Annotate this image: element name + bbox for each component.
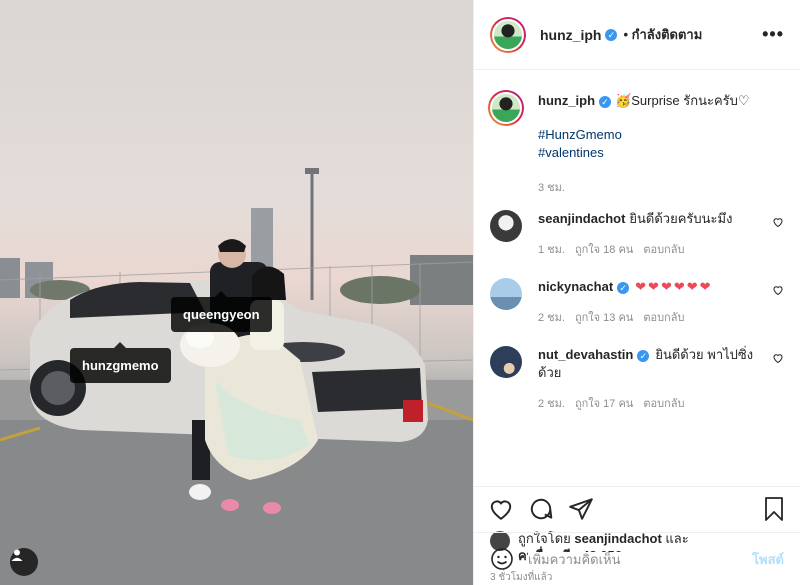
verified-badge-icon: ✓ [605,28,618,41]
comment-username[interactable]: nickynachat [538,279,613,294]
post-comment-button[interactable]: โพสต์ [752,549,784,570]
share-paper-plane-icon[interactable] [568,496,594,522]
verified-badge-icon: ✓ [599,95,612,108]
add-comment-bar: โพสต์ [474,532,800,585]
photo-tag-hunzgmemo[interactable]: hunzgmemo [70,342,171,383]
reply-button[interactable]: ตอบกลับ [643,394,684,412]
comment-username[interactable]: seanjindachot [538,211,625,226]
hashtag-link[interactable]: #valentines [538,144,784,162]
save-bookmark-icon[interactable] [762,496,786,522]
comment-likes[interactable]: ถูกใจ 17 คน [575,394,633,412]
verified-badge-icon: ✓ [617,281,630,294]
comment-likes[interactable]: ถูกใจ 18 คน [575,240,633,258]
more-options-icon[interactable]: ••• [762,24,784,45]
tagged-users-button[interactable] [10,548,38,576]
comments-list: hunz_iph ✓ 🥳Surprise รักนะครับ♡ #HunzGmemo… [474,70,800,486]
emoji-smiley-icon[interactable] [490,547,514,571]
photo-illustration [0,168,473,585]
comment-likes[interactable]: ถูกใจ 13 คน [575,308,633,326]
post-side-panel: hunz_iph ✓ • กำลังติดตาม ••• hunz_iph ✓ 🥳S… [473,0,800,585]
comment-username[interactable]: nut_devahastin [538,347,633,362]
comment-time: 1 ชม. [538,244,565,256]
post-header: hunz_iph ✓ • กำลังติดตาม ••• [474,0,800,70]
like-comment-heart-icon[interactable] [772,352,784,364]
comment-item: nut_devahastin ✓ ยินดีด้วย พาไปซิ่งด้วย 2 … [490,346,784,412]
instagram-post-modal: queengyeon hunzgmemo hunz_iph ✓ • กำลังต… [0,0,800,585]
comment-time: 2 ชม. [538,312,565,324]
comment-time: 2 ชม. [538,398,565,410]
author-avatar[interactable] [490,16,526,53]
caption-text: 🥳Surprise รักนะครับ♡ [615,93,750,108]
like-heart-icon[interactable] [488,496,514,522]
comment-item: nickynachat ✓ ❤❤❤❤❤❤ 2 ชม. ถูกใจ 13 คน ตอบ… [490,278,784,326]
post-action-bar [474,486,800,530]
verified-badge-icon: ✓ [637,349,650,362]
hashtag-link[interactable]: #HunzGmemo [538,126,784,144]
comment-item: seanjindachot ยินดีด้วยครับนะมึง 1 ชม. ถู… [490,210,784,258]
caption-username[interactable]: hunz_iph [538,93,595,108]
reply-button[interactable]: ตอบกลับ [643,308,684,326]
commenter-avatar[interactable] [490,278,522,310]
like-comment-heart-icon[interactable] [772,284,784,296]
commenter-avatar[interactable] [490,210,522,242]
comment-input[interactable] [528,551,753,567]
caption-avatar[interactable] [488,90,524,126]
user-icon [11,549,23,561]
like-comment-heart-icon[interactable] [772,216,784,228]
reply-button[interactable]: ตอบกลับ [643,240,684,258]
commenter-avatar[interactable] [490,346,522,378]
caption-time: 3 ชม. [538,182,565,194]
post-photo[interactable]: queengyeon hunzgmemo [0,0,473,585]
photo-tag-queengyeon[interactable]: queengyeon [171,291,272,332]
comment-text: ❤❤❤❤❤❤ [635,279,713,294]
caption: hunz_iph ✓ 🥳Surprise รักนะครับ♡ #HunzGmemo… [488,90,784,196]
comment-bubble-icon[interactable] [528,496,554,522]
author-username[interactable]: hunz_iph [540,27,601,43]
comment-text: ยินดีด้วยครับนะมึง [629,211,733,226]
following-label[interactable]: • กำลังติดตาม [623,24,702,45]
